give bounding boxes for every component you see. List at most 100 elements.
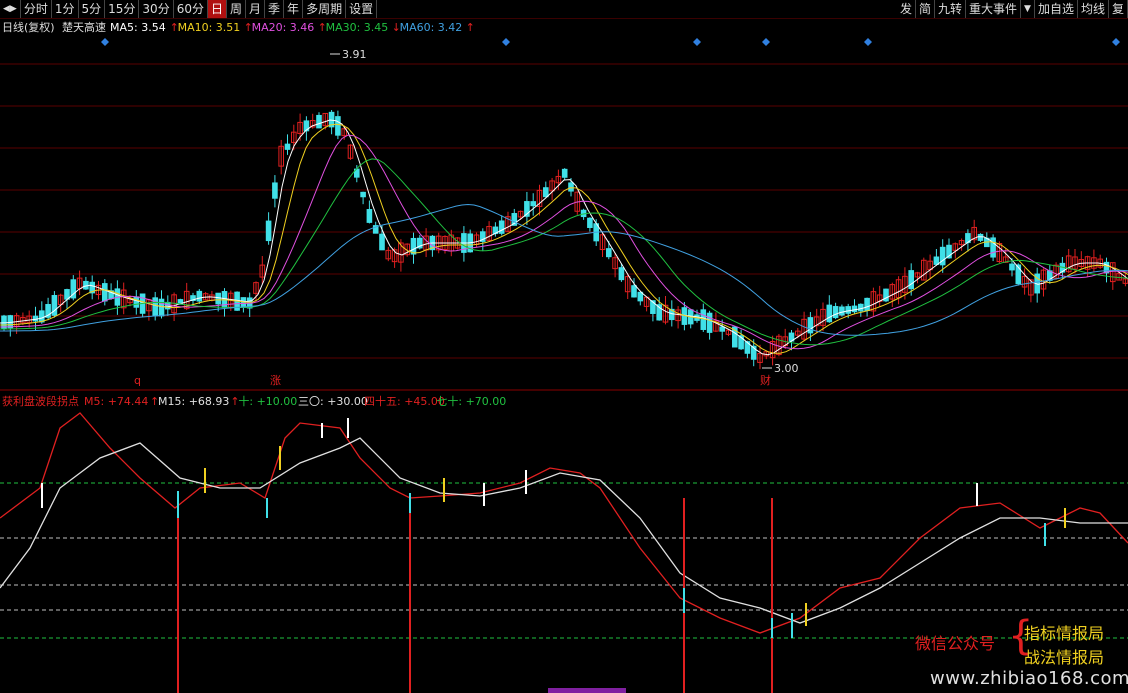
toolbar-right-btn-0[interactable]: 发 bbox=[897, 0, 916, 18]
candle-body bbox=[606, 248, 612, 258]
candle-body bbox=[379, 233, 385, 251]
legend-ma-arrow-4: ↑ bbox=[466, 21, 475, 34]
event-diamond-0 bbox=[101, 38, 109, 46]
candle-body bbox=[933, 256, 940, 265]
candle-body bbox=[530, 201, 537, 207]
legend-ma-4: MA60: 3.42 bbox=[400, 21, 463, 34]
tab-period-11[interactable]: 多周期 bbox=[303, 0, 347, 18]
ma5-line bbox=[0, 119, 1128, 356]
tab-period-9[interactable]: 季 bbox=[265, 0, 285, 18]
m5-line bbox=[0, 412, 1128, 634]
tab-period-12[interactable]: 设置 bbox=[346, 0, 378, 18]
price-high-label: 3.91 bbox=[342, 48, 367, 61]
candle-body bbox=[1009, 263, 1015, 271]
event-diamond-2 bbox=[693, 38, 701, 46]
candle-body bbox=[977, 233, 984, 241]
price-low-label: 3.00 bbox=[774, 362, 799, 375]
event-marker-2: 财 bbox=[760, 373, 771, 387]
toolbar-right-btn-6[interactable]: 复 bbox=[1109, 0, 1128, 18]
candle-body bbox=[864, 297, 870, 312]
tab-period-7[interactable]: 周 bbox=[227, 0, 247, 18]
candle-body bbox=[845, 306, 852, 314]
candle-body bbox=[587, 217, 593, 228]
tab-period-6[interactable]: 日 bbox=[207, 0, 227, 18]
tab-period-0[interactable]: 分时 bbox=[21, 0, 52, 18]
dropdown-icon[interactable]: ▼ bbox=[1021, 0, 1035, 18]
sub-legend-name: 获利盘波段拐点 bbox=[2, 394, 79, 408]
ma30-line bbox=[0, 158, 1128, 346]
candle-body bbox=[543, 187, 549, 198]
legend-ma-3: MA30: 3.45 bbox=[326, 21, 389, 34]
candle-body bbox=[265, 220, 272, 242]
candle-body bbox=[618, 267, 625, 281]
event-diamond-3 bbox=[762, 38, 770, 46]
scroll-thumb[interactable] bbox=[548, 688, 626, 693]
sub-legend-item-1: M15: +68.93 bbox=[158, 395, 229, 408]
toolbar-right-btn-1[interactable]: 简 bbox=[916, 0, 935, 18]
scroll-arrows-icon[interactable]: ◀▶ bbox=[0, 0, 21, 18]
event-diamond-5 bbox=[1112, 38, 1120, 46]
candle-body bbox=[316, 114, 322, 129]
candle-body bbox=[832, 306, 839, 319]
legend-ma-0: MA5: 3.54 bbox=[110, 21, 166, 34]
sub-legend-item-3: 三〇: +30.00 bbox=[298, 395, 368, 408]
candle-body bbox=[39, 310, 45, 323]
candle-body bbox=[7, 315, 14, 329]
legend-indicator: 楚天高速 bbox=[62, 20, 106, 34]
legend-title: 日线(复权) bbox=[2, 20, 55, 34]
candle-body bbox=[851, 305, 858, 313]
ma10-line bbox=[0, 123, 1128, 354]
toolbar-right: 发简九转 重大事件 ▼ 加自选 均线复 bbox=[897, 0, 1128, 18]
candle-body bbox=[366, 209, 373, 223]
candle-body bbox=[133, 296, 140, 308]
toolbar-right-btn-5[interactable]: 均线 bbox=[1078, 0, 1109, 18]
candle-body bbox=[102, 283, 108, 302]
sub-legend-item-2: 十: +10.00 bbox=[238, 394, 297, 408]
tab-period-4[interactable]: 30分 bbox=[139, 0, 174, 18]
watermark-line1: 指标情报局 bbox=[1024, 624, 1105, 643]
period-toolbar: ◀▶ 分时 1分 5分 15分 30分 60分日周月季年多周期 设置 发简九转 重大事件 ▼ 加自选… bbox=[0, 0, 1128, 19]
candle-body bbox=[700, 309, 707, 330]
candle-body bbox=[272, 182, 278, 199]
candle-body bbox=[335, 116, 341, 136]
candle-body bbox=[561, 168, 568, 178]
candle-body bbox=[826, 304, 833, 323]
event-marker-0: q bbox=[134, 374, 141, 387]
candle-body bbox=[839, 306, 845, 316]
toolbar-right-btn-4[interactable]: 加自选 bbox=[1035, 0, 1078, 18]
toolbar-right-btn-3[interactable]: 重大事件 bbox=[966, 0, 1022, 18]
kline-chart[interactable]: 日线(复权) 楚天高速 MA5: 3.54 ↑MA10: 3.51 ↑MA20: 3.4… bbox=[0, 18, 1128, 693]
tab-period-3[interactable]: 15分 bbox=[105, 0, 140, 18]
candle-body bbox=[631, 285, 637, 298]
candle-body bbox=[568, 182, 574, 192]
tab-period-2[interactable]: 5分 bbox=[79, 0, 106, 18]
m15-line bbox=[0, 437, 1128, 624]
watermark-wechat: 微信公众号 bbox=[915, 634, 996, 653]
sub-legend-item-5: 七十: +70.00 bbox=[436, 394, 506, 408]
candle-body bbox=[196, 290, 203, 302]
candle-body bbox=[637, 291, 644, 302]
candle-body bbox=[284, 143, 291, 150]
candle-body bbox=[215, 292, 221, 305]
sub-legend-item-4: 四十五: +45.00 bbox=[364, 394, 445, 408]
tab-period-5[interactable]: 60分 bbox=[174, 0, 208, 18]
event-marker-1: 涨 bbox=[270, 374, 281, 387]
candle-body bbox=[719, 326, 726, 332]
period-tabs: ◀▶ 分时 1分 5分 15分 30分 60分日周月季年多周期 设置 bbox=[0, 0, 378, 18]
candle-body bbox=[410, 237, 417, 255]
event-diamond-4 bbox=[864, 38, 872, 46]
event-diamond-1 bbox=[502, 38, 510, 46]
tab-period-8[interactable]: 月 bbox=[246, 0, 266, 18]
candle-body bbox=[706, 312, 713, 333]
tab-period-10[interactable]: 年 bbox=[284, 0, 304, 18]
watermark-url: www.zhibiao168.com bbox=[930, 668, 1128, 689]
watermark-line2: 战法情报局 bbox=[1024, 648, 1105, 667]
legend-ma-1: MA10: 3.51 bbox=[178, 21, 241, 34]
candle-body bbox=[158, 298, 165, 317]
legend-ma-2: MA20: 3.46 bbox=[252, 21, 315, 34]
toolbar-right-btn-2[interactable]: 九转 bbox=[935, 0, 967, 18]
candle-body bbox=[360, 191, 366, 198]
candle-body bbox=[83, 280, 89, 290]
tab-period-1[interactable]: 1分 bbox=[52, 0, 79, 18]
sub-legend-item-0: M5: +74.44 bbox=[84, 395, 148, 408]
